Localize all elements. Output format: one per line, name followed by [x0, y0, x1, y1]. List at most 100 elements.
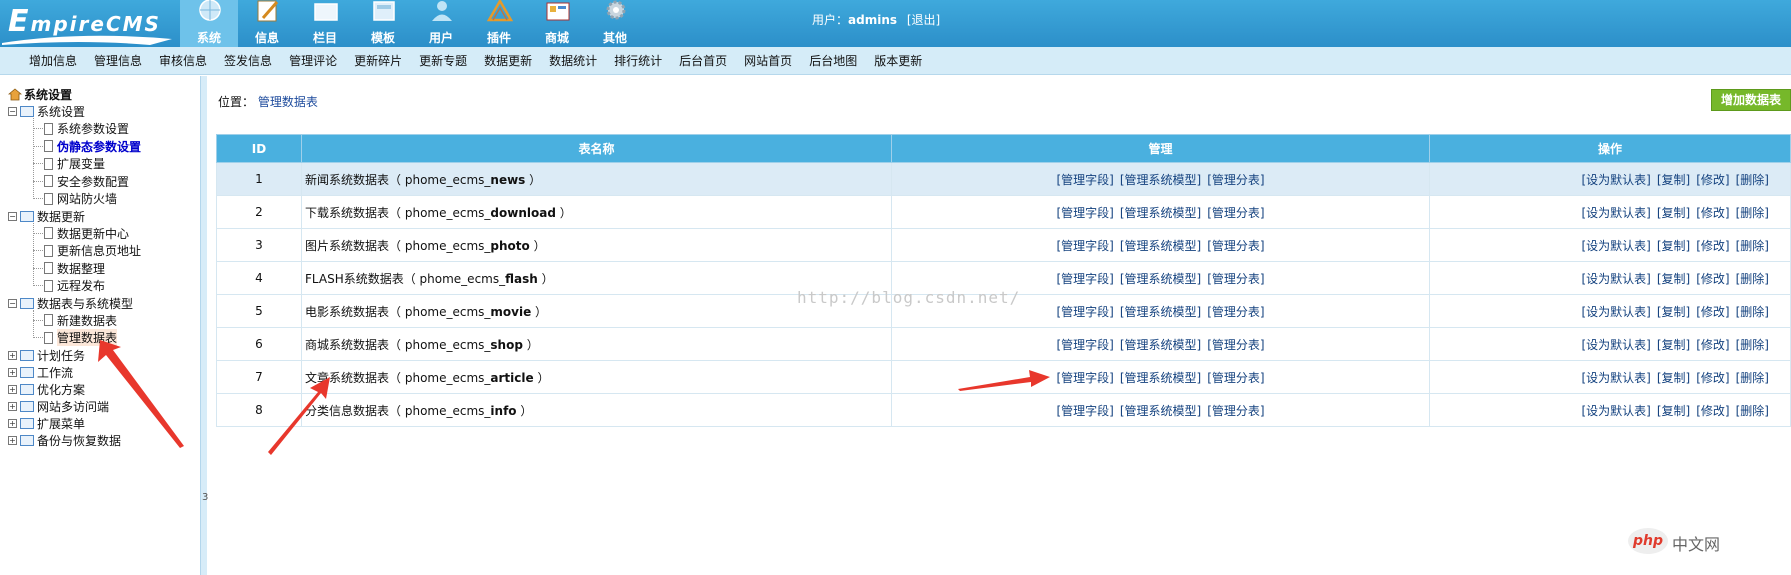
- op-link-0[interactable]: [设为默认表]: [1582, 173, 1651, 187]
- tree-group-8[interactable]: + 备份与恢复数据: [8, 432, 121, 449]
- op-link-2[interactable]: [修改]: [1696, 173, 1729, 187]
- expand-icon[interactable]: +: [8, 418, 17, 428]
- op-link-0[interactable]: [设为默认表]: [1582, 305, 1651, 319]
- op-link-2[interactable]: [修改]: [1696, 305, 1729, 319]
- nav-item-5[interactable]: 插件: [470, 0, 528, 47]
- subnav-item-12[interactable]: 后台地图: [809, 52, 857, 69]
- mgmt-link-0[interactable]: [管理字段]: [1056, 371, 1113, 385]
- expand-icon[interactable]: +: [8, 384, 17, 394]
- nav-item-3[interactable]: 模板: [354, 0, 412, 47]
- add-table-button[interactable]: 增加数据表: [1711, 89, 1791, 111]
- collapse-icon[interactable]: −: [8, 211, 17, 221]
- tree-group-0[interactable]: − 系统设置: [8, 103, 85, 120]
- subnav-item-8[interactable]: 数据统计: [549, 52, 597, 69]
- op-link-1[interactable]: [复制]: [1657, 371, 1690, 385]
- tree-group-6[interactable]: + 网站多访问端: [8, 398, 109, 415]
- expand-icon[interactable]: +: [8, 350, 17, 360]
- mgmt-link-0[interactable]: [管理字段]: [1056, 239, 1113, 253]
- op-link-2[interactable]: [修改]: [1696, 338, 1729, 352]
- op-link-1[interactable]: [复制]: [1657, 206, 1690, 220]
- tree-item[interactable]: 数据更新中心: [44, 225, 129, 242]
- subnav-item-13[interactable]: 版本更新: [874, 52, 922, 69]
- op-link-1[interactable]: [复制]: [1657, 239, 1690, 253]
- nav-item-4[interactable]: 用户: [412, 0, 470, 47]
- mgmt-link-1[interactable]: [管理系统模型]: [1120, 173, 1201, 187]
- op-link-3[interactable]: [删除]: [1736, 239, 1769, 253]
- tree-item[interactable]: 远程发布: [44, 277, 105, 294]
- tree-group-5[interactable]: + 优化方案: [8, 381, 85, 398]
- op-link-3[interactable]: [删除]: [1736, 272, 1769, 286]
- op-link-0[interactable]: [设为默认表]: [1582, 371, 1651, 385]
- tree-group-3[interactable]: + 计划任务: [8, 347, 85, 364]
- mgmt-link-1[interactable]: [管理系统模型]: [1120, 239, 1201, 253]
- op-link-0[interactable]: [设为默认表]: [1582, 404, 1651, 418]
- nav-item-0[interactable]: 系统: [180, 0, 238, 47]
- subnav-item-10[interactable]: 后台首页: [679, 52, 727, 69]
- mgmt-link-2[interactable]: [管理分表]: [1207, 272, 1264, 286]
- collapse-icon[interactable]: −: [8, 298, 17, 308]
- op-link-1[interactable]: [复制]: [1657, 272, 1690, 286]
- nav-item-2[interactable]: 栏目: [296, 0, 354, 47]
- subnav-item-4[interactable]: 管理评论: [289, 52, 337, 69]
- op-link-1[interactable]: [复制]: [1657, 338, 1690, 352]
- op-link-3[interactable]: [删除]: [1736, 371, 1769, 385]
- tree-item[interactable]: 系统参数设置: [44, 120, 129, 137]
- subnav-item-1[interactable]: 管理信息: [94, 52, 142, 69]
- subnav-item-7[interactable]: 数据更新: [484, 52, 532, 69]
- mgmt-link-0[interactable]: [管理字段]: [1056, 305, 1113, 319]
- tree-group-2[interactable]: − 数据表与系统模型: [8, 295, 133, 312]
- collapse-icon[interactable]: −: [8, 107, 17, 116]
- tree-item[interactable]: 扩展变量: [44, 155, 105, 172]
- tree-group-1[interactable]: − 数据更新: [8, 208, 85, 225]
- tree-item[interactable]: 管理数据表: [44, 329, 118, 346]
- mgmt-link-2[interactable]: [管理分表]: [1207, 371, 1264, 385]
- mgmt-link-2[interactable]: [管理分表]: [1207, 404, 1264, 418]
- logout-link[interactable]: [退出]: [907, 13, 940, 27]
- tree-item[interactable]: 数据整理: [44, 260, 105, 277]
- mgmt-link-2[interactable]: [管理分表]: [1207, 173, 1264, 187]
- op-link-2[interactable]: [修改]: [1696, 371, 1729, 385]
- tree-item[interactable]: 安全参数配置: [44, 173, 129, 190]
- op-link-2[interactable]: [修改]: [1696, 404, 1729, 418]
- mgmt-link-2[interactable]: [管理分表]: [1207, 305, 1264, 319]
- op-link-3[interactable]: [删除]: [1736, 338, 1769, 352]
- subnav-item-2[interactable]: 审核信息: [159, 52, 207, 69]
- mgmt-link-0[interactable]: [管理字段]: [1056, 206, 1113, 220]
- expand-icon[interactable]: +: [8, 401, 17, 411]
- tree-item[interactable]: 新建数据表: [44, 312, 117, 329]
- mgmt-link-0[interactable]: [管理字段]: [1056, 173, 1113, 187]
- op-link-2[interactable]: [修改]: [1696, 206, 1729, 220]
- op-link-0[interactable]: [设为默认表]: [1582, 338, 1651, 352]
- op-link-0[interactable]: [设为默认表]: [1582, 272, 1651, 286]
- tree-group-4[interactable]: + 工作流: [8, 364, 73, 381]
- mgmt-link-1[interactable]: [管理系统模型]: [1120, 272, 1201, 286]
- mgmt-link-2[interactable]: [管理分表]: [1207, 338, 1264, 352]
- tree-item[interactable]: 网站防火墙: [44, 190, 117, 207]
- mgmt-link-0[interactable]: [管理字段]: [1056, 272, 1113, 286]
- mgmt-link-1[interactable]: [管理系统模型]: [1120, 206, 1201, 220]
- mgmt-link-2[interactable]: [管理分表]: [1207, 206, 1264, 220]
- op-link-1[interactable]: [复制]: [1657, 404, 1690, 418]
- expand-icon[interactable]: +: [8, 435, 17, 445]
- subnav-item-6[interactable]: 更新专题: [419, 52, 467, 69]
- mgmt-link-0[interactable]: [管理字段]: [1056, 338, 1113, 352]
- mgmt-link-1[interactable]: [管理系统模型]: [1120, 305, 1201, 319]
- subnav-item-0[interactable]: 增加信息: [29, 52, 77, 69]
- op-link-3[interactable]: [删除]: [1736, 173, 1769, 187]
- op-link-3[interactable]: [删除]: [1736, 305, 1769, 319]
- op-link-1[interactable]: [复制]: [1657, 173, 1690, 187]
- mgmt-link-1[interactable]: [管理系统模型]: [1120, 371, 1201, 385]
- nav-item-1[interactable]: 信息: [238, 0, 296, 47]
- mgmt-link-1[interactable]: [管理系统模型]: [1120, 338, 1201, 352]
- mgmt-link-0[interactable]: [管理字段]: [1056, 404, 1113, 418]
- expand-icon[interactable]: +: [8, 367, 17, 377]
- frame-splitter[interactable]: 3: [200, 76, 208, 575]
- nav-item-7[interactable]: 其他: [586, 0, 644, 47]
- mgmt-link-1[interactable]: [管理系统模型]: [1120, 404, 1201, 418]
- subnav-item-9[interactable]: 排行统计: [614, 52, 662, 69]
- breadcrumb-link[interactable]: 管理数据表: [258, 95, 318, 109]
- op-link-0[interactable]: [设为默认表]: [1582, 239, 1651, 253]
- op-link-0[interactable]: [设为默认表]: [1582, 206, 1651, 220]
- op-link-1[interactable]: [复制]: [1657, 305, 1690, 319]
- op-link-2[interactable]: [修改]: [1696, 239, 1729, 253]
